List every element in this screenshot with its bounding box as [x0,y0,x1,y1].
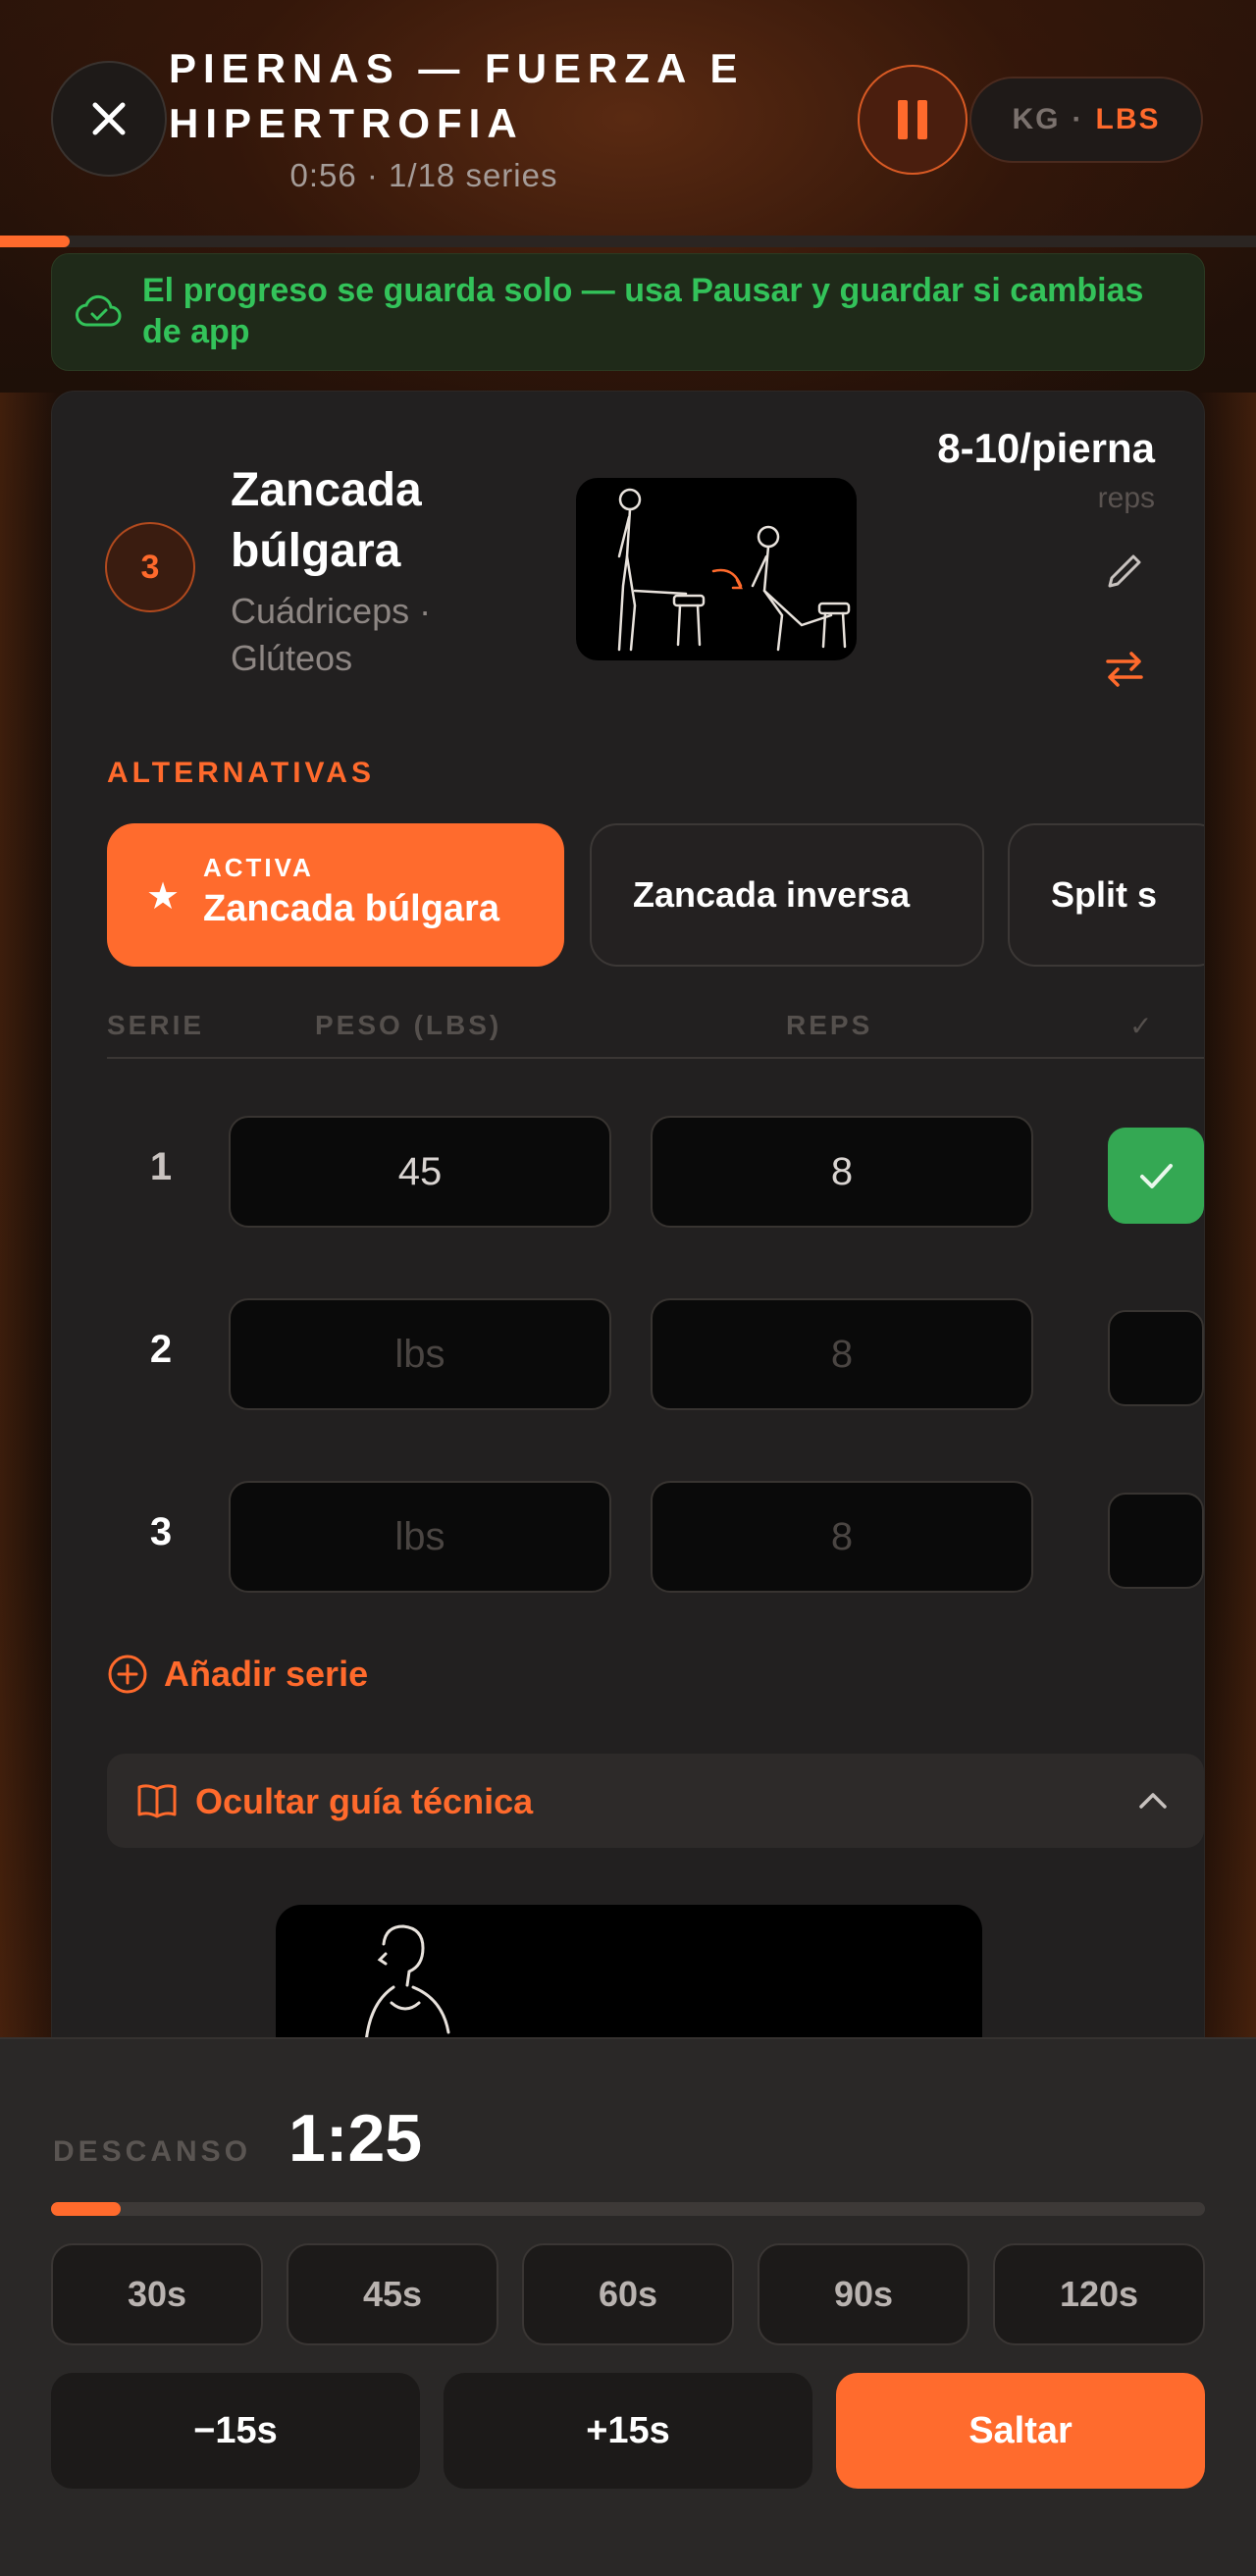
skip-rest-button[interactable]: Saltar [836,2373,1205,2489]
rest-time: 1:25 [288,2101,423,2176]
add-set-label: Añadir serie [164,1654,369,1694]
workout-progress-bar [0,236,1256,247]
header-check: ✓ [1129,1011,1156,1041]
set-complete-checkbox[interactable] [1108,1493,1204,1589]
header-set: SERIE [107,1010,205,1040]
check-icon [1140,1164,1173,1188]
weight-input[interactable]: lbs [229,1298,611,1410]
alternatives-label: ALTERNATIVAS [107,757,375,789]
minus-15s-button[interactable]: −15s [51,2373,420,2489]
pause-icon [898,100,908,139]
header-weight: PESO (LBS) [315,1010,502,1040]
rest-preset-button[interactable]: 90s [758,2243,969,2345]
exercise-number-badge: 3 [105,522,195,612]
rest-progress-bar [51,2202,1205,2216]
target-reps-label: reps [1097,482,1155,514]
unit-separator: · [1072,103,1084,135]
rest-preset-button[interactable]: 30s [51,2243,263,2345]
rest-progress-fill [51,2202,121,2216]
exercise-card: 3 Zancada búlgara Cuádriceps · Glúteos 8… [51,391,1205,2062]
unit-toggle[interactable]: KG · LBS [969,77,1203,163]
alternative-active-chip[interactable]: ★ ACTIVA Zancada búlgara [107,823,564,967]
set-row: 1 45 8 [107,1116,1204,1228]
set-row: 2 lbs 8 [107,1298,1204,1410]
cloud-check-icon [76,294,122,327]
workout-progress-fill [0,236,71,247]
reps-input[interactable]: 8 [651,1481,1033,1593]
rest-preset-button[interactable]: 60s [522,2243,734,2345]
set-row: 3 lbs 8 [107,1481,1204,1593]
autosave-text: El progreso se guarda solo — usa Pausar … [142,272,1144,350]
reps-input[interactable]: 8 [651,1116,1033,1228]
plus-circle-icon [108,1655,147,1694]
swap-icon[interactable] [1102,647,1147,692]
unit-lbs[interactable]: LBS [1096,103,1161,136]
sets-table-header: SERIE PESO (LBS) REPS ✓ [107,1010,1204,1059]
exercise-muscles: Cuádriceps · Glúteos [231,591,432,678]
header-reps: REPS [786,1010,873,1040]
set-number: 1 [149,1145,173,1188]
weight-input[interactable]: lbs [229,1481,611,1593]
set-complete-checkbox[interactable] [1108,1128,1204,1224]
reps-input[interactable]: 8 [651,1298,1033,1410]
alternatives-row: ★ ACTIVA Zancada búlgara Zancada inversa… [107,823,1204,969]
exercise-illustration [617,488,851,652]
rest-timer-panel: DESCANSO 1:25 30s 45s 60s 90s 120s −15s … [0,2037,1256,2576]
chevron-up-icon [1139,1793,1167,1809]
autosave-banner: El progreso se guarda solo — usa Pausar … [51,253,1205,371]
add-set-button[interactable]: Añadir serie [107,1654,368,1695]
workout-header: PIERNAS — FUERZA E HIPERTROFIA 0:56 · 1/… [0,0,1256,236]
workout-subtitle: 0:56 · 1/18 series [289,157,558,193]
weight-input[interactable]: 45 [229,1116,611,1228]
exercise-name: Zancada búlgara [231,464,422,577]
exercise-thumbnail[interactable] [576,478,857,660]
rest-label: DESCANSO [53,2135,252,2168]
close-button[interactable] [51,61,167,177]
technique-guide-toggle[interactable]: Ocultar guía técnica [107,1754,1204,1848]
active-badge: ACTIVA [203,853,314,882]
rest-preset-button[interactable]: 45s [287,2243,498,2345]
unit-kg[interactable]: KG [1013,103,1061,136]
workout-title: PIERNAS — FUERZA E HIPERTROFIA [169,45,745,146]
star-icon: ★ [146,876,181,918]
set-complete-checkbox[interactable] [1108,1310,1204,1406]
guide-toggle-label: Ocultar guía técnica [195,1781,534,1821]
close-icon [92,102,126,135]
book-icon [137,1784,177,1818]
pause-button[interactable] [858,65,968,175]
plus-15s-button[interactable]: +15s [444,2373,812,2489]
pencil-icon[interactable] [1102,549,1147,594]
set-number: 2 [149,1328,173,1371]
set-number: 3 [149,1510,173,1553]
alternative-chip[interactable]: Split s [1008,823,1204,967]
active-alternative-name: Zancada búlgara [203,888,499,929]
alternative-chip[interactable]: Zancada inversa [590,823,984,967]
rest-preset-button[interactable]: 120s [993,2243,1205,2345]
target-reps: 8-10/pierna [937,425,1155,471]
